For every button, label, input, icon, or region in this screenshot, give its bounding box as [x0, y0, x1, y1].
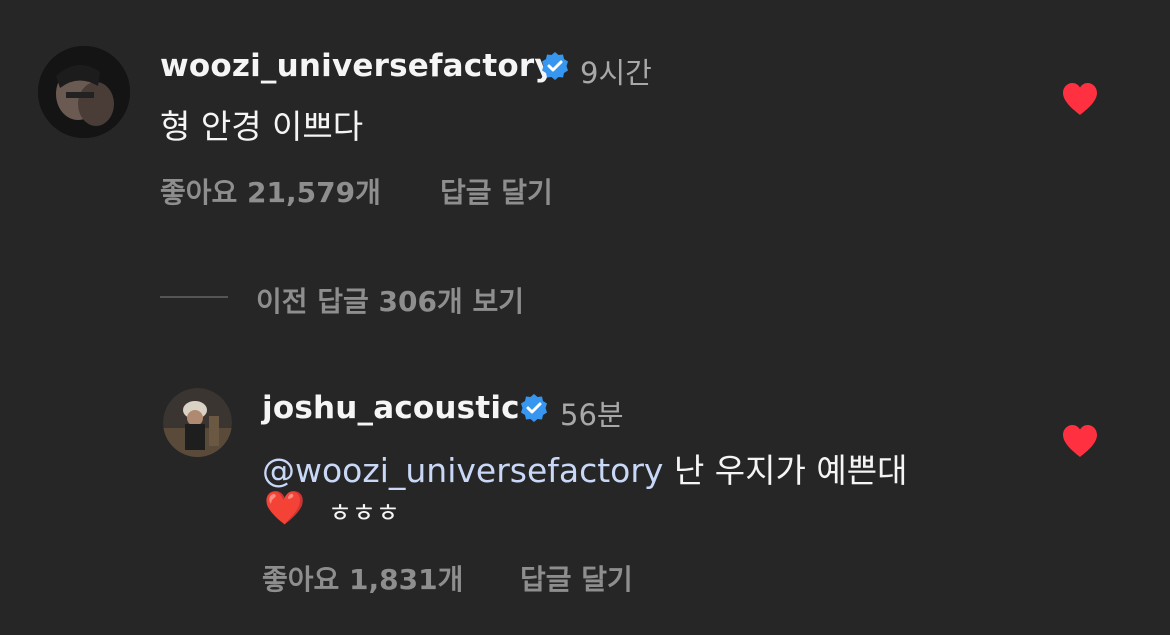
comment-text: 난 우지가 예쁜대	[663, 451, 908, 490]
comment-text-line2: ㅎㅎㅎ	[328, 499, 400, 529]
comment-text: 형 안경 이쁘다	[160, 107, 364, 146]
comment-text-line1: @woozi_universefactory 난 우지가 예쁜대	[262, 444, 907, 492]
view-replies-label[interactable]: 이전 답글 306개 보기	[256, 280, 524, 320]
avatar-image	[163, 388, 232, 457]
username[interactable]: woozi_universefactory	[160, 48, 555, 84]
username[interactable]: joshu_acoustic	[262, 390, 520, 426]
avatar-joshu[interactable]	[163, 388, 232, 457]
mention-link[interactable]: @woozi_universefactory	[262, 451, 663, 490]
replies-divider	[160, 296, 228, 298]
comment-time: 56분	[560, 398, 624, 432]
avatar-image	[38, 46, 130, 138]
heart-like-icon[interactable]	[1061, 424, 1099, 462]
heart-emoji: ❤️	[264, 488, 306, 527]
like-count[interactable]: 좋아요 21,579개	[160, 171, 381, 211]
heart-like-icon[interactable]	[1061, 82, 1099, 120]
comment-time: 9시간	[580, 56, 652, 90]
verified-badge-icon	[519, 393, 549, 427]
reply-button[interactable]: 답글 달기	[440, 171, 553, 211]
verified-badge-icon	[540, 51, 570, 85]
reply-button[interactable]: 답글 달기	[520, 558, 633, 598]
like-count[interactable]: 좋아요 1,831개	[262, 558, 463, 598]
avatar-woozi[interactable]	[38, 46, 130, 138]
